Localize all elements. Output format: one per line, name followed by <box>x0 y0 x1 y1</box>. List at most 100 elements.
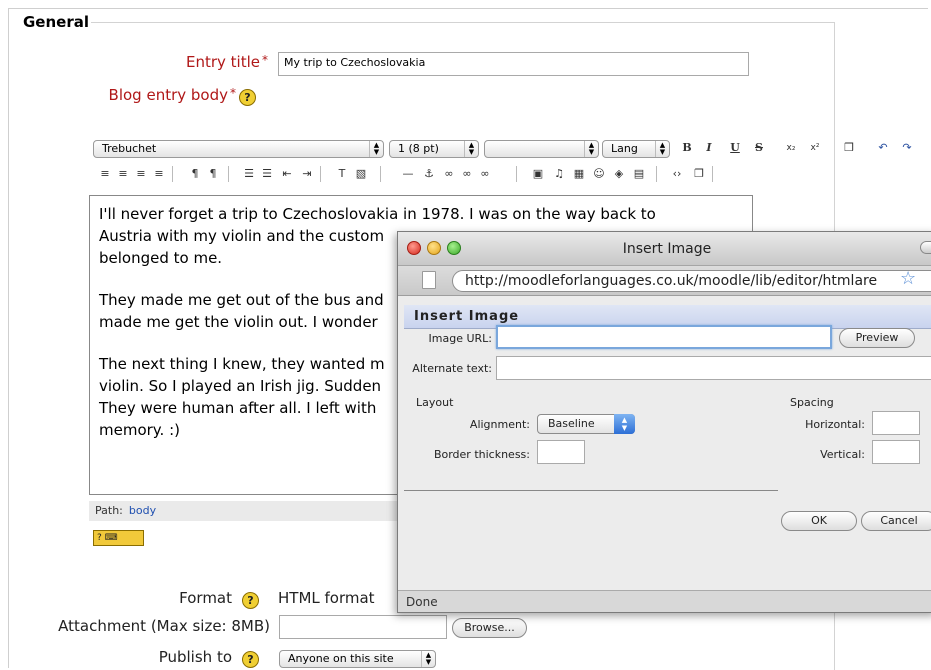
publish-select[interactable]: Anyone on this site ▲ ▼ <box>279 650 436 668</box>
font-family-select[interactable]: Trebuchet ▲ ▼ <box>93 140 384 158</box>
dialog-separator <box>404 490 778 491</box>
spacing-heading: Spacing <box>790 396 834 409</box>
horizontal-spacing-input[interactable] <box>872 411 920 435</box>
publish-value: Anyone on this site <box>288 652 394 665</box>
insert-image-window: Insert Image http://moodleforlanguages.c… <box>397 231 931 613</box>
subscript-button[interactable]: x₂ <box>782 139 800 157</box>
redo-icon[interactable]: ↷ <box>898 139 916 157</box>
border-thickness-label: Border thickness: <box>433 448 530 461</box>
format-block-select[interactable]: ▲ ▼ <box>484 140 599 158</box>
entry-title-label-text: Entry title <box>185 53 260 71</box>
insert-media-icon[interactable]: ♫ <box>550 165 568 183</box>
entry-title-label: Entry title * <box>150 53 268 71</box>
justify-right-icon[interactable]: ≡ <box>132 165 150 183</box>
font-size-select[interactable]: 1 (8 pt) ▲ ▼ <box>389 140 479 158</box>
help-icon[interactable]: ? <box>242 592 259 609</box>
image-url-input[interactable] <box>496 325 832 349</box>
lang-value: Lang <box>611 142 638 155</box>
justify-center-icon[interactable]: ≡ <box>114 165 132 183</box>
path-label: Path: <box>95 504 123 517</box>
select-arrows-icon: ▲ ▼ <box>614 414 635 434</box>
section-divider <box>88 22 834 23</box>
window-titlebar[interactable]: Insert Image <box>398 232 931 266</box>
select-arrows-icon: ▲ ▼ <box>584 141 598 157</box>
justify-left-icon[interactable]: ≡ <box>96 165 114 183</box>
format-value: HTML format <box>278 589 375 607</box>
bookmark-star-icon[interactable]: ☆ <box>900 268 916 289</box>
border-thickness-input[interactable] <box>537 440 585 464</box>
underline-button[interactable]: U <box>726 139 744 157</box>
alignment-select[interactable]: Baseline ▲ ▼ <box>537 414 635 434</box>
unlink-icon[interactable]: ∞ <box>458 165 476 183</box>
path-body-link[interactable]: body <box>129 504 156 517</box>
toolbar-separator <box>320 166 321 182</box>
attachment-label: Attachment (Max size: 8MB) <box>58 617 270 635</box>
toolbar-separator <box>712 166 713 182</box>
select-arrows-icon: ▲ ▼ <box>421 651 435 667</box>
horizontal-rule-icon[interactable]: — <box>399 165 417 183</box>
html-mode-icon[interactable]: ‹› <box>668 165 686 183</box>
font-size-value: 1 (8 pt) <box>398 142 439 155</box>
blog-body-label-text: Blog entry body <box>108 86 228 104</box>
required-mark: * <box>230 86 236 100</box>
help-icon[interactable]: ? <box>239 89 256 106</box>
cancel-button[interactable]: Cancel <box>861 511 931 531</box>
url-field[interactable]: http://moodleforlanguages.co.uk/moodle/l… <box>452 270 931 292</box>
superscript-button[interactable]: x² <box>806 139 824 157</box>
vertical-spacing-input[interactable] <box>872 440 920 464</box>
text-color-icon[interactable]: T <box>333 165 351 183</box>
help-icon[interactable]: ? <box>242 651 259 668</box>
anchor-icon[interactable]: ⚓ <box>420 165 438 183</box>
strikethrough-button[interactable]: S <box>750 139 768 157</box>
nolink-icon[interactable]: ∞ <box>476 165 494 183</box>
clean-word-icon[interactable]: ❒ <box>840 139 858 157</box>
editor-paragraph-line: I'll never forget a trip to Czechoslovak… <box>99 205 656 223</box>
indent-icon[interactable]: ⇥ <box>298 165 316 183</box>
alignment-label: Alignment: <box>469 418 530 431</box>
rtl-icon[interactable]: ¶ <box>204 165 222 183</box>
blog-body-label: Blog entry body * <box>100 86 236 104</box>
vertical-label: Vertical: <box>820 448 865 461</box>
page-document-icon <box>422 271 436 289</box>
ordered-list-icon[interactable]: ☰ <box>240 165 258 183</box>
format-label: Format <box>179 589 232 607</box>
ltr-icon[interactable]: ¶ <box>186 165 204 183</box>
keyboard-help-button[interactable]: ? ⌨ <box>93 530 144 546</box>
window-title: Insert Image <box>622 241 712 257</box>
background-color-icon[interactable]: ▧ <box>352 165 370 183</box>
insert-smiley-icon[interactable]: ☺ <box>590 165 608 183</box>
select-arrows-icon: ▲ ▼ <box>655 141 669 157</box>
dialog-content: Insert Image Image URL: Preview Alternat… <box>398 297 931 590</box>
attachment-file-input[interactable] <box>279 615 447 639</box>
preview-button[interactable]: Preview <box>839 328 915 348</box>
link-icon[interactable]: ∞ <box>440 165 458 183</box>
fullscreen-icon[interactable]: ❐ <box>690 165 708 183</box>
toolbar-separator <box>172 166 173 182</box>
entry-title-input[interactable]: My trip to Czechoslovakia <box>278 52 749 76</box>
unordered-list-icon[interactable]: ☰ <box>258 165 276 183</box>
toolbar-separator <box>516 166 517 182</box>
lang-select[interactable]: Lang ▲ ▼ <box>602 140 670 158</box>
window-status-bar: Done <box>398 590 931 612</box>
select-arrows-icon: ▲ ▼ <box>369 141 383 157</box>
required-mark: * <box>262 53 268 67</box>
ok-button[interactable]: OK <box>781 511 857 531</box>
image-url-label: Image URL: <box>428 332 492 345</box>
layout-heading: Layout <box>416 396 454 409</box>
alignment-value: Baseline <box>548 417 595 430</box>
toolbar-toggle-icon[interactable] <box>920 241 931 254</box>
outdent-icon[interactable]: ⇤ <box>278 165 296 183</box>
insert-image-icon[interactable]: ▣ <box>529 165 547 183</box>
italic-button[interactable]: I <box>700 139 718 157</box>
alt-text-input[interactable] <box>496 356 931 380</box>
undo-icon[interactable]: ↶ <box>874 139 892 157</box>
insert-table-icon[interactable]: ▦ <box>570 165 588 183</box>
toolbar-separator <box>656 166 657 182</box>
browse-button[interactable]: Browse... <box>452 618 527 638</box>
bold-button[interactable]: B <box>678 139 696 157</box>
section-legend: General <box>21 13 91 31</box>
insert-object-icon[interactable]: ◈ <box>610 165 628 183</box>
font-family-value: Trebuchet <box>102 142 157 155</box>
justify-full-icon[interactable]: ≡ <box>150 165 168 183</box>
insert-char-icon[interactable]: ▤ <box>630 165 648 183</box>
